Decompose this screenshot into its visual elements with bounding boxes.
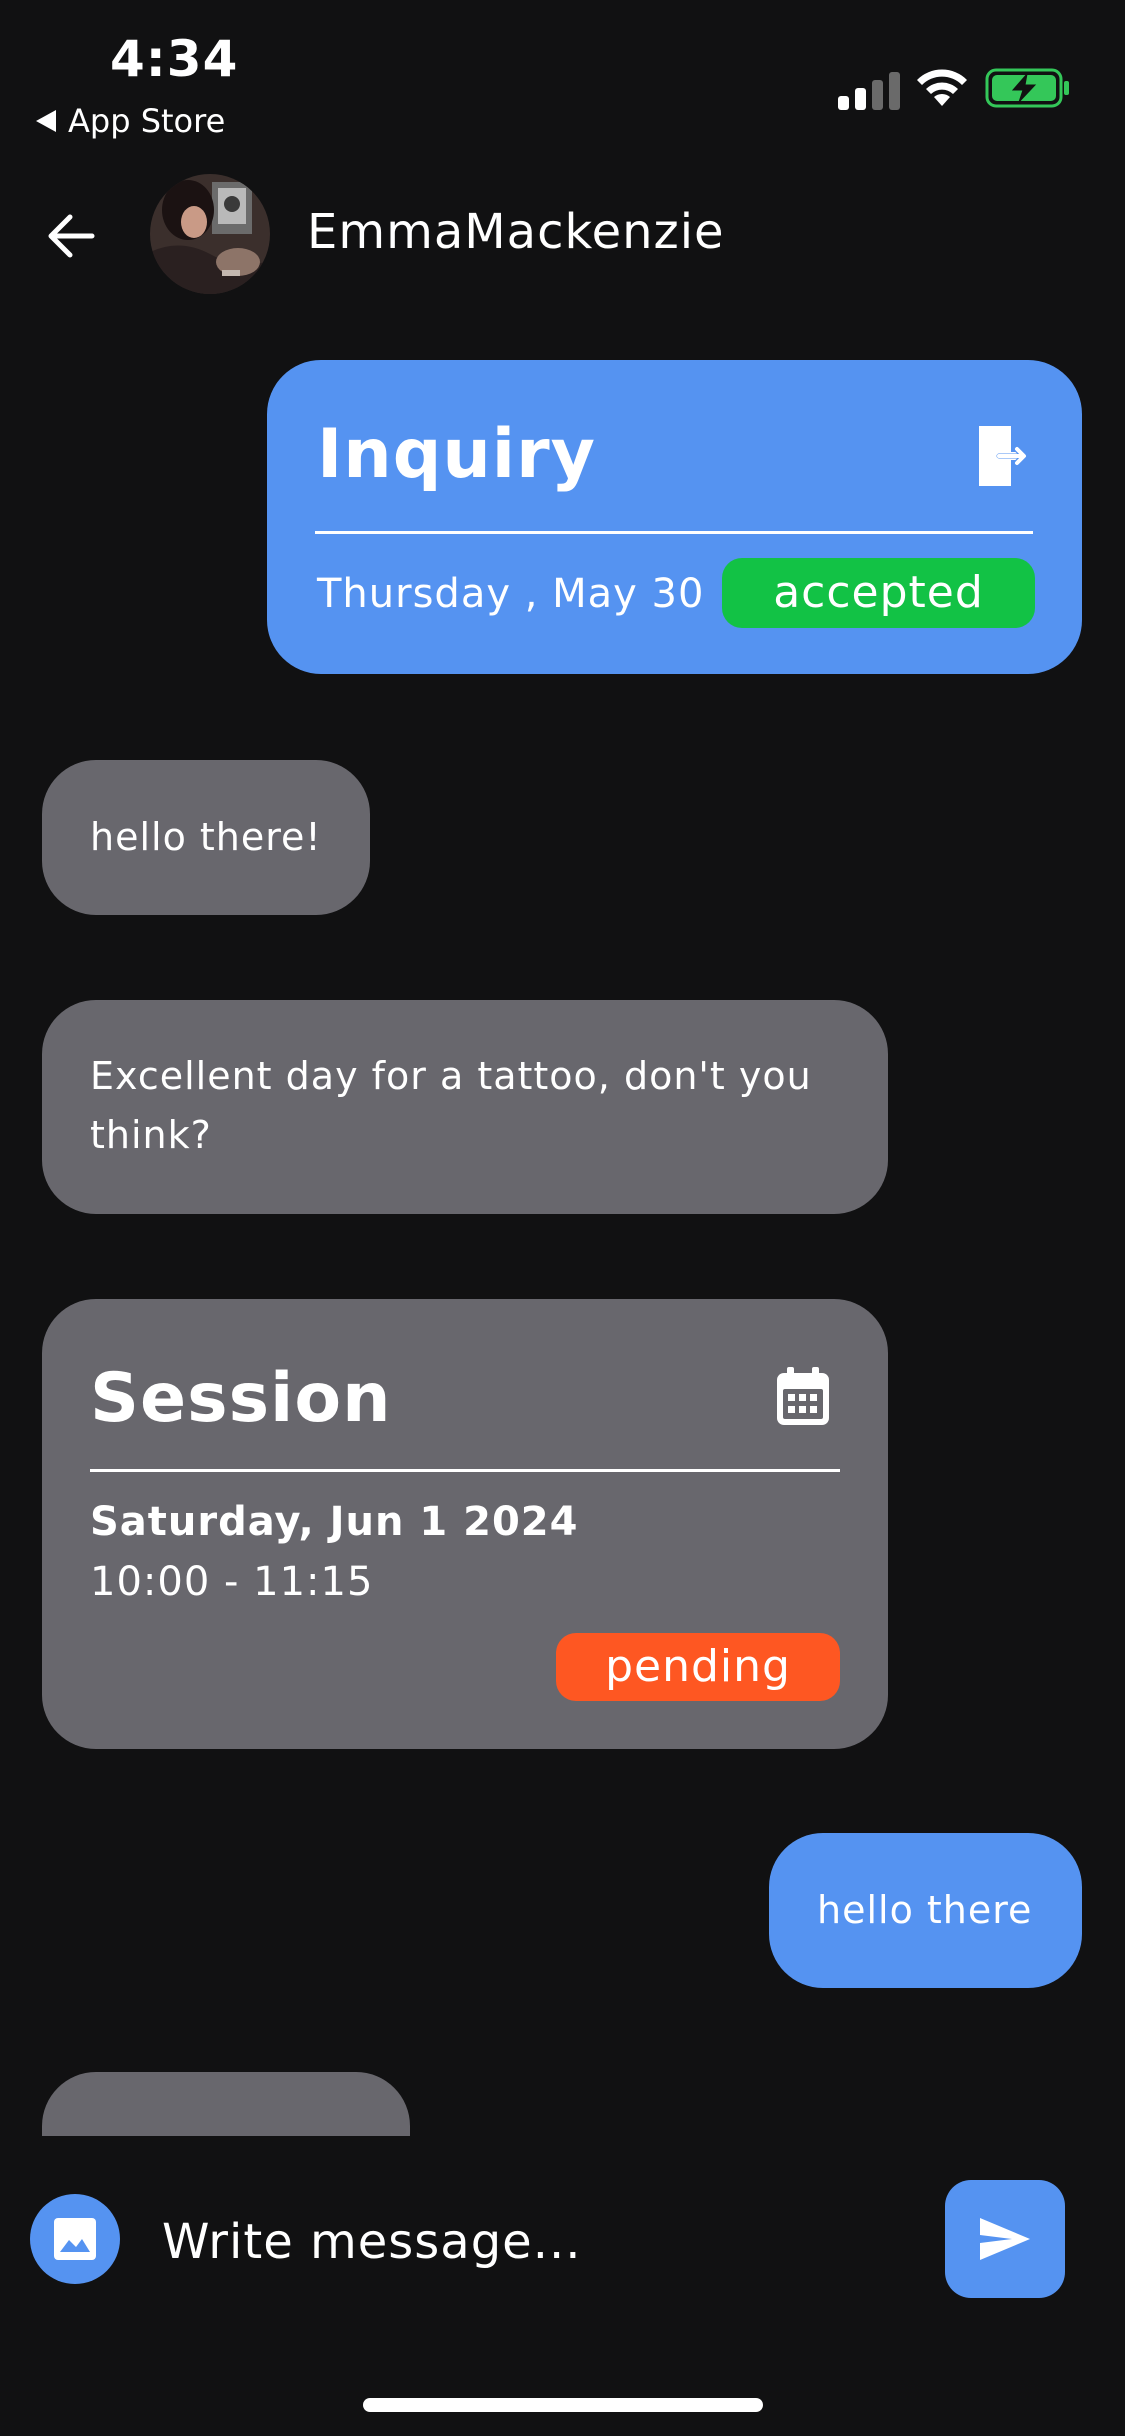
status-time: 4:34: [110, 30, 239, 88]
wifi-icon: [917, 69, 967, 106]
inquiry-title: Inquiry: [317, 415, 596, 494]
home-indicator[interactable]: [363, 2398, 763, 2412]
status-badge-pending: pending: [556, 1633, 840, 1701]
session-date: Saturday, Jun 1 2024: [90, 1499, 579, 1545]
exit-document-icon[interactable]: [973, 422, 1031, 490]
cellular-signal-icon: [838, 72, 900, 110]
send-icon: [980, 2218, 1030, 2260]
back-triangle-icon: [36, 110, 56, 132]
contact-avatar-photo: [150, 174, 270, 294]
inquiry-card[interactable]: Inquiry Thursday , May 30 accepted: [267, 360, 1082, 674]
back-to-app-link[interactable]: App Store: [36, 102, 225, 140]
image-icon: [54, 2218, 96, 2260]
message-input[interactable]: [160, 2210, 924, 2274]
session-title: Session: [90, 1359, 392, 1438]
session-divider: [90, 1469, 840, 1472]
message-bubble-received: [42, 2072, 410, 2136]
message-bubble-received: hello there!: [42, 760, 370, 915]
arrow-left-icon[interactable]: [40, 205, 102, 267]
contact-name: EmmaMackenzie: [307, 204, 725, 260]
message-list-clip: [0, 2070, 1125, 2136]
session-card[interactable]: Session Saturday, Jun 1 2024 10:00 - 11:…: [42, 1299, 888, 1749]
status-badge-accepted: accepted: [722, 558, 1035, 628]
send-button[interactable]: [945, 2180, 1065, 2298]
message-text: hello there: [817, 1888, 1033, 1932]
avatar[interactable]: [150, 174, 270, 294]
inquiry-divider: [315, 531, 1033, 534]
back-app-label: App Store: [68, 102, 226, 140]
session-time-range: 10:00 - 11:15: [90, 1559, 374, 1605]
message-bubble-sent: hello there: [769, 1833, 1082, 1988]
attach-image-button[interactable]: [30, 2194, 120, 2284]
battery-charging-icon: [985, 68, 1069, 108]
inquiry-date: Thursday , May 30: [317, 571, 705, 617]
calendar-icon[interactable]: [775, 1367, 831, 1427]
message-text: Excellent day for a tattoo, don't you th…: [90, 1054, 812, 1157]
message-bubble-received: Excellent day for a tattoo, don't you th…: [42, 1000, 888, 1214]
message-text: hello there!: [90, 815, 322, 859]
